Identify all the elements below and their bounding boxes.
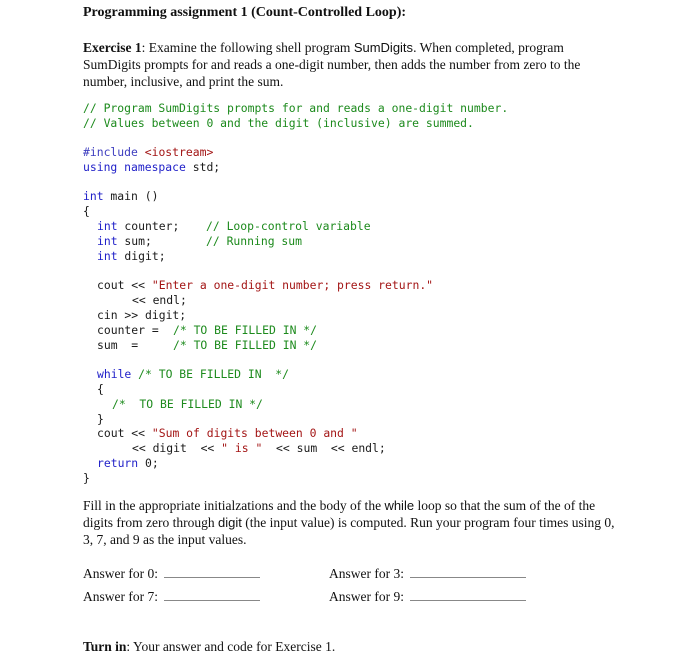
code-comment-line: // Program SumDigits prompts for and rea… (83, 101, 509, 115)
answer-field-3: Answer for 3: (329, 565, 526, 582)
answer-label: Answer for 3: (329, 566, 404, 581)
code-text: main () (103, 189, 159, 203)
code-include-lib: <iostream> (144, 145, 214, 159)
code-decl-digit: int digit; (97, 249, 166, 264)
code-brace: } (83, 471, 90, 485)
answer-blank[interactable] (409, 588, 526, 601)
code-text: std; (185, 160, 221, 174)
code-counter-assign: counter = (97, 323, 166, 337)
answer-label: Answer for 9: (329, 589, 404, 604)
code-brace: } (97, 412, 104, 426)
digit-keyword: digit (217, 515, 242, 530)
code-text: digit; (117, 249, 166, 263)
code-cout-result-cont: << digit << " is " << sum << endl; (132, 441, 386, 456)
code-todo-comment: /* TO BE FILLED IN */ (173, 338, 318, 352)
code-cout-result: cout << "Sum of digits between 0 and " (97, 426, 358, 441)
code-comment: // Running sum (206, 234, 303, 248)
code-keyword: return (97, 456, 139, 470)
answer-blank[interactable] (409, 565, 526, 578)
code-string: "Sum of digits between 0 and " (151, 426, 358, 440)
instructions-text: Fill in the appropriate initialzations a… (83, 498, 385, 513)
code-text: cout << (97, 278, 152, 292)
answer-field-0: Answer for 0: (83, 565, 260, 582)
code-using-line: using namespace std; (83, 160, 220, 175)
while-keyword: while (384, 498, 415, 513)
code-cout-prompt: cout << "Enter a one-digit number; press… (97, 278, 433, 293)
code-text: << sum << endl; (262, 441, 386, 455)
code-keyword: int (97, 219, 118, 233)
code-main-line: int main () (83, 189, 158, 204)
code-return-line: return 0; (97, 456, 159, 471)
code-comment: // Loop-control variable (206, 219, 371, 233)
answer-blank[interactable] (163, 565, 260, 578)
turn-in-note: Turn in: Your answer and code for Exerci… (83, 638, 335, 655)
code-keyword: int (83, 189, 104, 203)
exercise-description: Exercise 1: Examine the following shell … (83, 39, 613, 90)
code-brace: { (83, 204, 90, 218)
instructions-paragraph: Fill in the appropriate initialzations a… (83, 497, 623, 548)
code-todo-comment: /* TO BE FILLED IN */ (131, 367, 290, 381)
turn-in-text: : Your answer and code for Exercise 1. (126, 639, 336, 654)
page-title: Programming assignment 1 (Count-Controll… (83, 5, 407, 20)
code-include-line: #include <iostream> (83, 145, 213, 160)
exercise-text-before: : Examine the following shell program (141, 40, 354, 55)
code-todo-comment: /* TO BE FILLED IN */ (173, 323, 318, 337)
code-text: cout << (97, 426, 152, 440)
code-cout-cont: << endl; (132, 293, 187, 307)
code-brace: { (97, 382, 104, 396)
code-comment-line: // Values between 0 and the digit (inclu… (83, 116, 474, 130)
answer-label: Answer for 0: (83, 566, 158, 581)
code-string: "Enter a one-digit number; press return.… (151, 278, 434, 292)
answer-field-9: Answer for 9: (329, 588, 526, 605)
exercise-label: Exercise 1 (83, 40, 142, 55)
answer-label: Answer for 7: (83, 589, 158, 604)
code-while-line: while /* TO BE FILLED IN */ (97, 367, 289, 382)
answer-blank[interactable] (163, 588, 260, 601)
answer-field-7: Answer for 7: (83, 588, 260, 605)
code-decl-sum: int sum; (97, 234, 152, 249)
code-string: " is " (221, 441, 263, 455)
code-keyword: using namespace (83, 160, 186, 174)
code-text: 0; (138, 456, 159, 470)
code-keyword: int (97, 234, 118, 248)
code-text: counter; (117, 219, 180, 233)
program-name: SumDigits (353, 40, 414, 55)
code-keyword: int (97, 249, 118, 263)
code-sum-assign: sum = (97, 338, 139, 352)
code-keyword: while (97, 367, 132, 381)
turn-in-label: Turn in (83, 639, 127, 654)
code-text: << digit << (132, 441, 222, 455)
code-keyword: #include (83, 145, 138, 159)
code-cin: cin >> digit; (97, 308, 187, 322)
code-todo-comment: /* TO BE FILLED IN */ (112, 397, 263, 411)
code-decl-counter: int counter; (97, 219, 179, 234)
code-text: sum; (117, 234, 152, 248)
